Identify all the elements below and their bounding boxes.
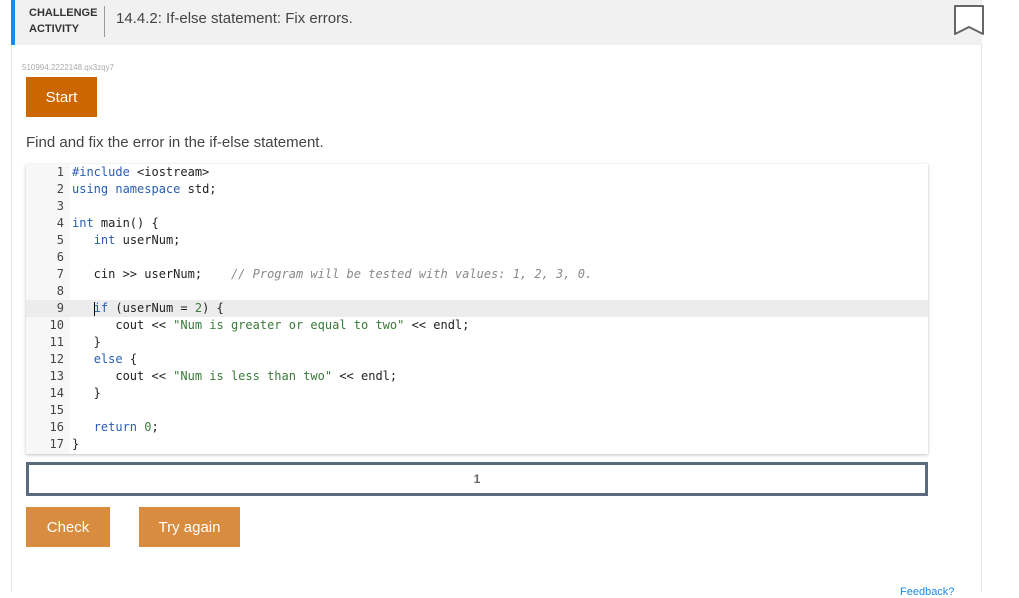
code-text[interactable]: } [72,334,101,351]
code-text[interactable]: if (userNum = 2) { [72,300,224,317]
code-text[interactable]: #include <iostream> [72,164,209,181]
header-divider [104,6,105,37]
code-line[interactable]: 1 #include <iostream> [26,164,928,181]
line-number: 17 [49,437,64,451]
line-number: 3 [56,199,64,213]
activity-type-label: CHALLENGE ACTIVITY [29,7,98,35]
line-number: 13 [49,369,64,383]
code-text[interactable]: int main() { [72,215,159,232]
line-number: 15 [49,403,64,417]
code-line[interactable]: 7 cin >> userNum; // Program will be tes… [26,266,928,283]
code-line[interactable]: 11 } [26,334,928,351]
activity-header: CHALLENGE ACTIVITY 14.4.2: If-else state… [11,0,984,45]
progress-bar: 1 [26,462,928,496]
try-again-button[interactable]: Try again [139,507,240,547]
code-line[interactable]: 6 [26,249,928,266]
line-number: 10 [49,318,64,332]
code-line[interactable]: 5 int userNum; [26,232,928,249]
completion-bookmark-icon [954,5,984,35]
code-editor[interactable]: 1 #include <iostream> 2 using namespace std… [26,164,928,454]
code-line[interactable]: 15 [26,402,928,419]
line-number: 11 [49,335,64,349]
code-text[interactable]: cout << "Num is greater or equal to two"… [72,317,469,334]
start-button[interactable]: Start [26,77,97,117]
code-text[interactable]: cout << "Num is less than two" << endl; [72,368,397,385]
code-line[interactable]: 17} [26,436,928,453]
line-number: 5 [56,233,64,247]
line-number: 14 [49,386,64,400]
code-line[interactable]: 3 [26,198,928,215]
code-line[interactable]: 9 if (userNum = 2) { [26,300,928,317]
code-text[interactable]: int userNum; [72,232,181,249]
code-text[interactable]: cin >> userNum; // Program will be teste… [72,266,593,283]
activity-title: 14.4.2: If-else statement: Fix errors. [116,10,353,27]
code-text[interactable]: else { [72,351,137,368]
line-number: 6 [56,250,64,264]
code-line[interactable]: 8 [26,283,928,300]
line-number: 16 [49,420,64,434]
code-line[interactable]: 4 int main() { [26,215,928,232]
code-line[interactable]: 12 else { [26,351,928,368]
feedback-link[interactable]: Feedback? [900,586,954,598]
line-number: 9 [56,301,64,315]
line-number: 4 [56,216,64,230]
line-number: 8 [56,284,64,298]
progress-step-1[interactable]: 1 [474,472,481,486]
check-button[interactable]: Check [26,507,110,547]
code-line[interactable]: 2 using namespace std; [26,181,928,198]
line-number: 2 [56,182,64,196]
instructions-text: Find and fix the error in the if-else st… [26,134,324,151]
code-line[interactable]: 16 return 0; [26,419,928,436]
activity-id: 510994.2222148.qx3zqy7 [22,63,115,72]
code-line[interactable]: 14 } [26,385,928,402]
line-number: 12 [49,352,64,366]
code-line[interactable]: 13 cout << "Num is less than two" << end… [26,368,928,385]
line-number: 1 [56,165,64,179]
code-text[interactable]: using namespace std; [72,181,217,198]
code-text[interactable]: return 0; [72,419,159,436]
code-text[interactable]: } [72,436,79,453]
code-text[interactable]: } [72,385,101,402]
code-line[interactable]: 10 cout << "Num is greater or equal to t… [26,317,928,334]
line-number: 7 [56,267,64,281]
